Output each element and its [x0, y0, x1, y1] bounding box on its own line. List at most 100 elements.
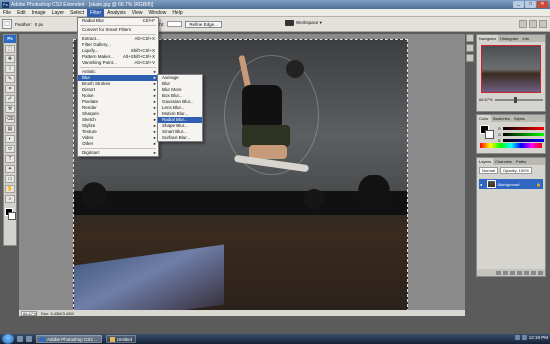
skater-head [286, 60, 304, 78]
feather-value[interactable]: 0 px [35, 22, 44, 27]
link-layers-icon[interactable] [496, 270, 501, 275]
path-selection-tool-icon[interactable]: ✦ [5, 165, 15, 173]
tab-styles[interactable]: Styles [512, 115, 527, 122]
zoom-tool-icon[interactable]: ⌕ [5, 195, 15, 203]
tab-info[interactable]: Info [520, 35, 531, 42]
maximize-button[interactable]: □ [525, 1, 536, 8]
actions-dock-icon[interactable] [466, 44, 474, 52]
menu-analysis[interactable]: Analysis [104, 9, 129, 17]
marquee-tool-icon[interactable]: ⬚ [5, 45, 15, 53]
filter-item-other[interactable]: Other ▸ [78, 141, 158, 147]
new-layer-icon[interactable] [531, 270, 536, 275]
refine-edge-button[interactable]: Refine Edge... [185, 20, 222, 28]
opacity-field[interactable]: Opacity: 100% [499, 167, 532, 174]
tab-channels[interactable]: Channels [493, 158, 514, 165]
crop-tool-icon[interactable]: ⌗ [5, 85, 15, 93]
menu-item-label: Digimarc [82, 150, 100, 155]
workspace-switcher[interactable]: Workspace ▾ [285, 20, 322, 26]
dodge-tool-icon[interactable]: ◐ [5, 135, 15, 143]
show-desktop-icon[interactable] [17, 336, 23, 342]
menu-filter[interactable]: Filter [87, 8, 105, 17]
color-spectrum-bar[interactable] [480, 143, 542, 148]
spot-healing-tool-icon[interactable]: ✐ [5, 95, 15, 103]
gradient-tool-icon[interactable]: ▤ [5, 125, 15, 133]
color-panel-background[interactable] [485, 130, 494, 139]
red-slider[interactable] [503, 126, 544, 130]
history-dock-icon[interactable] [466, 34, 474, 42]
marquee-tool-icon[interactable]: ⬚ [2, 19, 12, 29]
lock-icon: 🔒 [536, 181, 541, 187]
ie-quicklaunch-icon[interactable] [26, 336, 32, 342]
blue-slider[interactable] [503, 138, 544, 142]
menu-item-label: Render [82, 105, 97, 110]
tab-color[interactable]: Color [477, 115, 491, 122]
blend-mode-select[interactable]: Normal [479, 167, 498, 174]
menu-image[interactable]: Image [29, 9, 49, 17]
lasso-tool-icon[interactable]: ⌇ [5, 65, 15, 73]
menu-item-label: Pattern Maker... [82, 54, 114, 59]
hand-tool-icon[interactable]: ✋ [5, 185, 15, 193]
clock[interactable]: 12:19 PM [529, 335, 548, 340]
menu-select[interactable]: Select [67, 9, 87, 17]
shape-tool-icon[interactable]: ▭ [5, 175, 15, 183]
filter-item-radial-blur[interactable]: Radial Blur Ctrl+F [78, 18, 158, 24]
menu-item-label: Artistic [82, 69, 96, 74]
menu-shortcut: Alt+Ctrl+V [134, 60, 155, 65]
menu-help[interactable]: Help [169, 9, 185, 17]
delete-layer-icon[interactable] [538, 270, 543, 275]
visibility-eye-icon[interactable]: ● [480, 182, 485, 187]
rgb-sliders: R G B [498, 125, 544, 143]
layer-mask-icon[interactable] [510, 270, 515, 275]
height-field[interactable] [167, 21, 183, 27]
tab-layers[interactable]: Layers [477, 158, 494, 165]
comps-dock-icon[interactable] [539, 20, 547, 28]
menu-item-label: Surface Blur... [162, 135, 191, 140]
navigator-zoom-slider[interactable] [495, 96, 543, 103]
window-controls: _ □ ✕ [513, 1, 548, 8]
taskbar-item-photoshop[interactable]: Adobe Photoshop CS3 ... [36, 335, 102, 343]
zoom-level-field[interactable]: 66.67% [21, 310, 37, 316]
tab-navigator[interactable]: Navigator [477, 35, 499, 42]
filter-item-digimarc[interactable]: Digimarc ▸ [78, 150, 158, 156]
menu-window[interactable]: Window [146, 9, 170, 17]
volume-icon[interactable] [521, 335, 527, 340]
tool-presets-dock-icon[interactable] [529, 20, 537, 28]
blur-item-surface-blur[interactable]: Surface Blur... [158, 135, 202, 141]
quick-selection-tool-icon[interactable]: ✎ [5, 75, 15, 83]
menu-edit[interactable]: Edit [14, 9, 29, 17]
navigator-thumbnail[interactable] [481, 45, 541, 93]
background-color-swatch[interactable] [8, 212, 16, 220]
menu-view[interactable]: View [129, 9, 146, 17]
brushes-dock-icon[interactable] [519, 20, 527, 28]
layer-row-background[interactable]: ● Background 🔒 [479, 179, 543, 189]
layer-style-icon[interactable] [503, 270, 508, 275]
windows-taskbar: Adobe Photoshop CS3 ... Untitled 12:19 P… [0, 334, 550, 344]
minimize-button[interactable]: _ [513, 1, 524, 8]
green-slider[interactable] [503, 132, 544, 136]
character-dock-icon[interactable] [466, 54, 474, 62]
move-tool-icon[interactable]: ✥ [5, 55, 15, 63]
blue-slider-row[interactable]: B [498, 137, 544, 143]
menu-file[interactable]: File [0, 9, 14, 17]
close-button[interactable]: ✕ [537, 1, 548, 8]
navigator-zoom-value[interactable]: 66.67% [479, 97, 493, 102]
adjustment-layer-icon[interactable] [517, 270, 522, 275]
pen-tool-icon[interactable]: ⬭ [5, 145, 15, 153]
eraser-tool-icon[interactable]: ⌫ [5, 115, 15, 123]
new-group-icon[interactable] [524, 270, 529, 275]
filter-item-convert-for-smart-filters[interactable]: Convert for Smart Filters [78, 27, 158, 33]
filter-item-vanishing-point[interactable]: Vanishing Point... Alt+Ctrl+V [78, 60, 158, 66]
blue-channel-label: B [498, 137, 501, 143]
zoom-slider-knob[interactable] [514, 96, 518, 103]
tab-histogram[interactable]: Histogram [498, 35, 520, 42]
type-tool-icon[interactable]: T [5, 155, 15, 163]
tab-swatches[interactable]: Swatches [491, 115, 512, 122]
menu-layer[interactable]: Layer [49, 9, 68, 17]
tab-paths[interactable]: Paths [514, 158, 528, 165]
start-button[interactable] [2, 334, 14, 344]
brush-tool-icon[interactable]: ⚒ [5, 105, 15, 113]
photoshop-app-icon: Ps [2, 1, 9, 8]
taskbar-item-folder[interactable]: Untitled [105, 335, 137, 343]
network-icon[interactable] [514, 335, 520, 340]
layers-panel: Layers Channels Paths Normal Opacity: 10… [476, 157, 546, 277]
